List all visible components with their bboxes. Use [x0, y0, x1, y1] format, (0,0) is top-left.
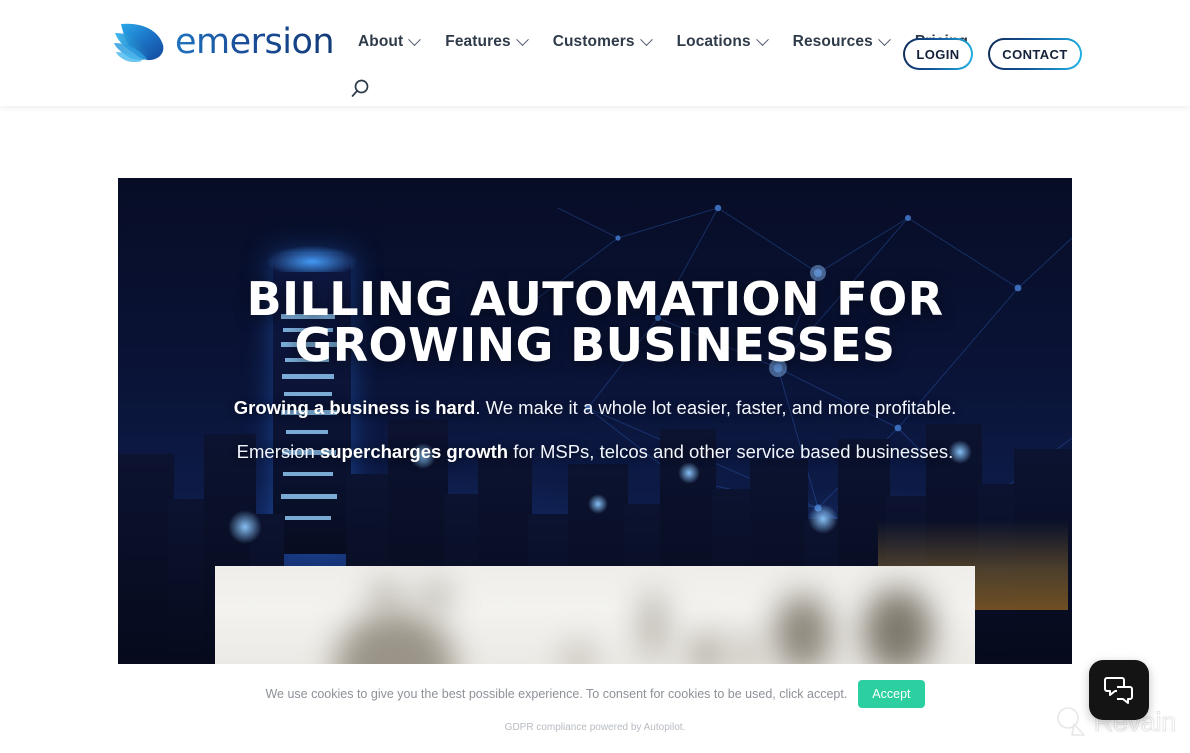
chevron-down-icon — [408, 32, 422, 46]
nav-label-features: Features — [445, 33, 511, 50]
chevron-down-icon — [515, 32, 529, 46]
hero-sub1-bold: Growing a business is hard — [233, 397, 476, 418]
nav-item-resources[interactable]: Resources — [792, 32, 891, 51]
chevron-down-icon — [877, 32, 891, 46]
hero-sub1-rest: . We make it a whole lot easier, faster,… — [475, 397, 957, 418]
chat-bubbles-icon — [1104, 677, 1133, 704]
hero-heading: BILLING AUTOMATION FOR GROWING BUSINESSE… — [138, 276, 1052, 368]
nav-item-locations[interactable]: Locations — [676, 32, 769, 51]
nav-label-locations: Locations — [676, 33, 751, 50]
site-logo[interactable]: emersion — [113, 17, 335, 67]
hero-subheading-2: Emersion supercharges growth for MSPs, t… — [138, 439, 1052, 465]
cookie-consent-banner: We use cookies to give you the best poss… — [0, 665, 1190, 753]
contact-button[interactable]: CONTACT — [988, 38, 1082, 70]
chat-widget-button[interactable] — [1089, 660, 1149, 720]
gdpr-note: GDPR compliance powered by Autopilot. — [504, 722, 686, 733]
main-navigation: About Features Customers Locations Resou… — [358, 32, 968, 51]
hero-text-block: BILLING AUTOMATION FOR GROWING BUSINESSE… — [118, 276, 1072, 465]
hero-sub2-rest: for MSPs, telcos and other service based… — [508, 441, 954, 462]
site-header: emersion About Features Customers Locati… — [0, 0, 1190, 106]
hero-video-overlay[interactable] — [215, 566, 975, 664]
nav-label-resources: Resources — [792, 33, 873, 50]
emersion-leaf-logo-icon — [114, 23, 164, 63]
hero-sub2-bold: supercharges growth — [319, 441, 509, 462]
nav-label-customers: Customers — [552, 33, 635, 50]
hero-heading-line2: GROWING BUSINESSES — [294, 318, 896, 372]
header-buttons: LOGIN CONTACT — [903, 38, 1082, 70]
login-button[interactable]: LOGIN — [903, 38, 973, 70]
nav-label-about: About — [358, 33, 404, 50]
search-icon[interactable] — [349, 78, 371, 100]
hero-sub2-pre: Emersion — [236, 441, 320, 462]
chevron-down-icon — [639, 32, 653, 46]
nav-item-customers[interactable]: Customers — [552, 32, 653, 51]
hero-banner: BILLING AUTOMATION FOR GROWING BUSINESSE… — [118, 178, 1072, 664]
hero-subheading-1: Growing a business is hard. We make it a… — [138, 395, 1052, 421]
cookie-accept-button[interactable]: Accept — [858, 680, 925, 708]
cookie-message: We use cookies to give you the best poss… — [265, 687, 848, 701]
chevron-down-icon — [755, 32, 769, 46]
logo-wordmark: emersion — [175, 21, 335, 62]
nav-item-features[interactable]: Features — [445, 32, 529, 51]
nav-item-about[interactable]: About — [358, 32, 422, 51]
